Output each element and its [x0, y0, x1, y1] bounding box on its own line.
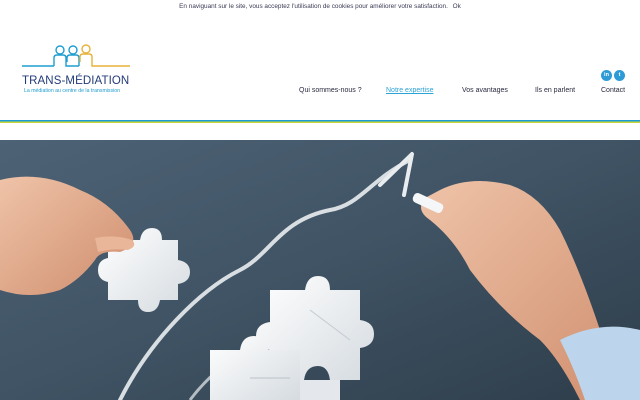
nav-item-notre-expertise[interactable]: Notre expertise	[386, 87, 433, 94]
logo-title: TRANS-MÉDIATION	[22, 75, 130, 87]
twitter-icon[interactable]: t	[614, 70, 625, 81]
cookie-banner: En naviguant sur le site, vous acceptez …	[0, 0, 640, 14]
nav-item-vos-avantages[interactable]: Vos avantages	[462, 87, 508, 94]
hero-puzzle-illustration	[0, 140, 640, 400]
nav-item-contact[interactable]: Contact	[601, 87, 625, 94]
nav-item-ils-en-parlent[interactable]: Ils en parlent	[535, 87, 575, 94]
hero-image	[0, 140, 640, 400]
nav-item-qui-sommes-nous[interactable]: Qui sommes-nous ?	[299, 87, 362, 94]
main-nav: Qui sommes-nous ? Notre expertise Vos av…	[0, 87, 640, 97]
cookie-ok-button[interactable]: Ok	[453, 3, 461, 10]
header-divider	[0, 120, 640, 123]
linkedin-icon[interactable]: in	[601, 70, 612, 81]
logo-people-icon	[22, 44, 130, 67]
social-links: in t	[601, 70, 627, 81]
cookie-text: En naviguant sur le site, vous acceptez …	[179, 3, 448, 10]
